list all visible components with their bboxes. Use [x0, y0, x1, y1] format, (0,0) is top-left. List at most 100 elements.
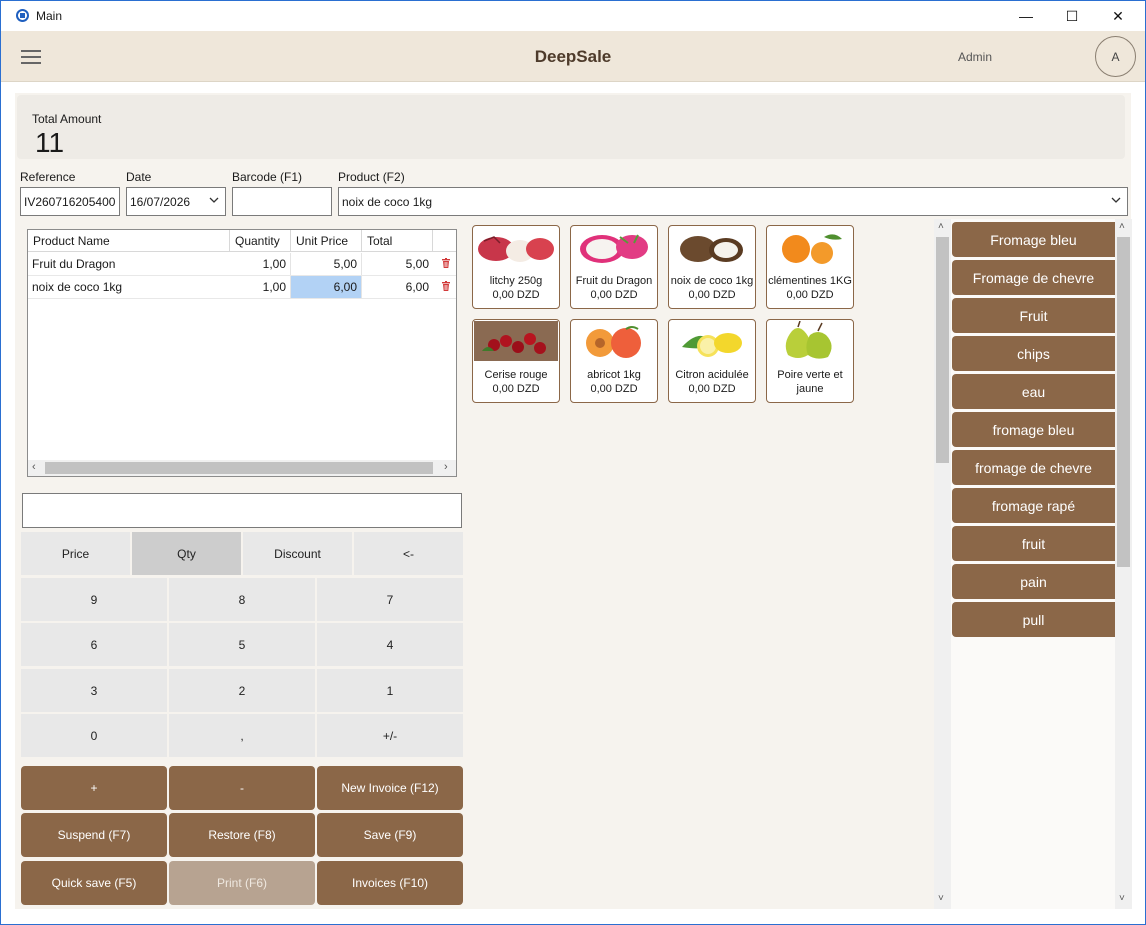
- table-row[interactable]: noix de coco 1kg 1,00 6,00 6,00: [28, 276, 456, 299]
- keypad-entry-field[interactable]: [22, 493, 462, 528]
- category-button[interactable]: pull: [952, 602, 1115, 637]
- product-tile[interactable]: Citron acidulée 0,00 DZD: [668, 319, 756, 403]
- product-tile[interactable]: litchy 250g 0,00 DZD: [472, 225, 560, 309]
- product-price: 0,00 DZD: [688, 383, 736, 395]
- category-button[interactable]: fromage de chevre: [952, 450, 1115, 485]
- cell-unit-price[interactable]: 5,00: [291, 253, 362, 275]
- scroll-thumb[interactable]: [45, 462, 433, 474]
- cell-unit-price[interactable]: 6,00: [291, 276, 362, 298]
- category-button[interactable]: Fromage bleu: [952, 222, 1115, 257]
- key-comma[interactable]: ,: [169, 714, 315, 757]
- key-plus-minus[interactable]: +/-: [317, 714, 463, 757]
- scroll-up-icon[interactable]: ˄: [1119, 221, 1125, 232]
- cell-quantity[interactable]: 1,00: [230, 253, 291, 275]
- category-button[interactable]: fruit: [952, 526, 1115, 561]
- key-6[interactable]: 6: [21, 623, 167, 666]
- product-combobox[interactable]: noix de coco 1kg: [338, 187, 1128, 216]
- avatar[interactable]: A: [1095, 36, 1136, 77]
- key-2[interactable]: 2: [169, 669, 315, 712]
- user-name[interactable]: Admin: [958, 50, 992, 64]
- horizontal-scrollbar[interactable]: ‹ ›: [28, 460, 456, 476]
- key-3[interactable]: 3: [21, 669, 167, 712]
- scroll-down-icon[interactable]: ˅: [1119, 893, 1125, 904]
- product-label: Product (F2): [338, 170, 405, 184]
- clementine-image: [768, 227, 852, 267]
- product-name: Cerise rouge: [484, 369, 548, 381]
- scroll-up-icon[interactable]: ˄: [938, 221, 944, 232]
- quick-save-button[interactable]: Quick save (F5): [21, 861, 167, 905]
- save-button[interactable]: Save (F9): [317, 813, 463, 857]
- close-button[interactable]: ✕: [1095, 1, 1141, 31]
- window-title: Main: [36, 9, 63, 23]
- scroll-right-icon[interactable]: ›: [444, 461, 448, 473]
- reference-label: Reference: [20, 170, 76, 184]
- category-button[interactable]: chips: [952, 336, 1115, 371]
- product-name: litchy 250g: [489, 275, 543, 287]
- product-tile[interactable]: Cerise rouge 0,00 DZD: [472, 319, 560, 403]
- key-0[interactable]: 0: [21, 714, 167, 757]
- scroll-down-icon[interactable]: ˅: [938, 893, 944, 904]
- key-8[interactable]: 8: [169, 578, 315, 621]
- maximize-button[interactable]: ☐: [1049, 1, 1095, 31]
- category-button[interactable]: eau: [952, 374, 1115, 409]
- delete-icon[interactable]: [442, 258, 450, 268]
- product-name: noix de coco 1kg: [670, 275, 754, 287]
- product-tile[interactable]: Fruit du Dragon 0,00 DZD: [570, 225, 658, 309]
- pear-image: [768, 321, 852, 361]
- dragon-fruit-image: [572, 227, 656, 267]
- scroll-thumb[interactable]: [1117, 237, 1130, 567]
- discount-mode-button[interactable]: Discount: [243, 532, 352, 575]
- product-price: 0,00 DZD: [492, 383, 540, 395]
- main-window: Main — ☐ ✕ DeepSale Admin A Total Amount…: [0, 0, 1146, 925]
- product-tile[interactable]: Poire verte et jaune: [766, 319, 854, 403]
- product-tile[interactable]: clémentines 1KG 0,00 DZD: [766, 225, 854, 309]
- category-button[interactable]: Fromage de chevre: [952, 260, 1115, 295]
- key-1[interactable]: 1: [317, 669, 463, 712]
- category-button[interactable]: Fruit: [952, 298, 1115, 333]
- key-9[interactable]: 9: [21, 578, 167, 621]
- invoice-grid[interactable]: Product Name Quantity Unit Price Total F…: [27, 229, 457, 477]
- delete-icon[interactable]: [442, 281, 450, 291]
- scroll-thumb[interactable]: [936, 237, 949, 463]
- product-value: noix de coco 1kg: [342, 194, 433, 209]
- product-name: abricot 1kg: [587, 369, 641, 381]
- invoices-button[interactable]: Invoices (F10): [317, 861, 463, 905]
- table-row[interactable]: Fruit du Dragon 1,00 5,00 5,00: [28, 253, 456, 276]
- cell-quantity[interactable]: 1,00: [230, 276, 291, 298]
- restore-button[interactable]: Restore (F8): [169, 813, 315, 857]
- decrement-button[interactable]: -: [169, 766, 315, 810]
- reference-value: IV260716205400: [24, 194, 116, 209]
- category-button[interactable]: fromage rapé: [952, 488, 1115, 523]
- product-tile[interactable]: noix de coco 1kg 0,00 DZD: [668, 225, 756, 309]
- print-button: Print (F6): [169, 861, 315, 905]
- categories-vertical-scrollbar[interactable]: ˄ ˅: [1115, 219, 1132, 909]
- key-5[interactable]: 5: [169, 623, 315, 666]
- cell-total: 6,00: [405, 280, 429, 294]
- cell-product-name: Fruit du Dragon: [32, 257, 116, 271]
- new-invoice-button[interactable]: New Invoice (F12): [317, 766, 463, 810]
- column-unit-price[interactable]: Unit Price: [291, 230, 362, 252]
- cell-product-name: noix de coco 1kg: [32, 280, 123, 294]
- column-quantity[interactable]: Quantity: [230, 230, 291, 252]
- app-icon: [16, 9, 29, 22]
- products-vertical-scrollbar[interactable]: ˄ ˅: [934, 219, 951, 909]
- backspace-button[interactable]: <-: [354, 532, 463, 575]
- price-mode-button[interactable]: Price: [21, 532, 130, 575]
- suspend-button[interactable]: Suspend (F7): [21, 813, 167, 857]
- barcode-input[interactable]: [232, 187, 332, 216]
- date-picker[interactable]: 16/07/2026: [126, 187, 226, 216]
- increment-button[interactable]: +: [21, 766, 167, 810]
- apricot-image: [572, 321, 656, 361]
- minimize-button[interactable]: —: [1003, 1, 1049, 31]
- scroll-left-icon[interactable]: ‹: [32, 461, 36, 473]
- category-button[interactable]: pain: [952, 564, 1115, 599]
- grid-header: Product Name Quantity Unit Price Total: [28, 230, 456, 252]
- column-total[interactable]: Total: [362, 230, 433, 252]
- category-button[interactable]: fromage bleu: [952, 412, 1115, 447]
- key-7[interactable]: 7: [317, 578, 463, 621]
- qty-mode-button[interactable]: Qty: [132, 532, 241, 575]
- key-4[interactable]: 4: [317, 623, 463, 666]
- reference-field[interactable]: IV260716205400: [20, 187, 120, 216]
- product-tile[interactable]: abricot 1kg 0,00 DZD: [570, 319, 658, 403]
- column-product-name[interactable]: Product Name: [28, 230, 230, 252]
